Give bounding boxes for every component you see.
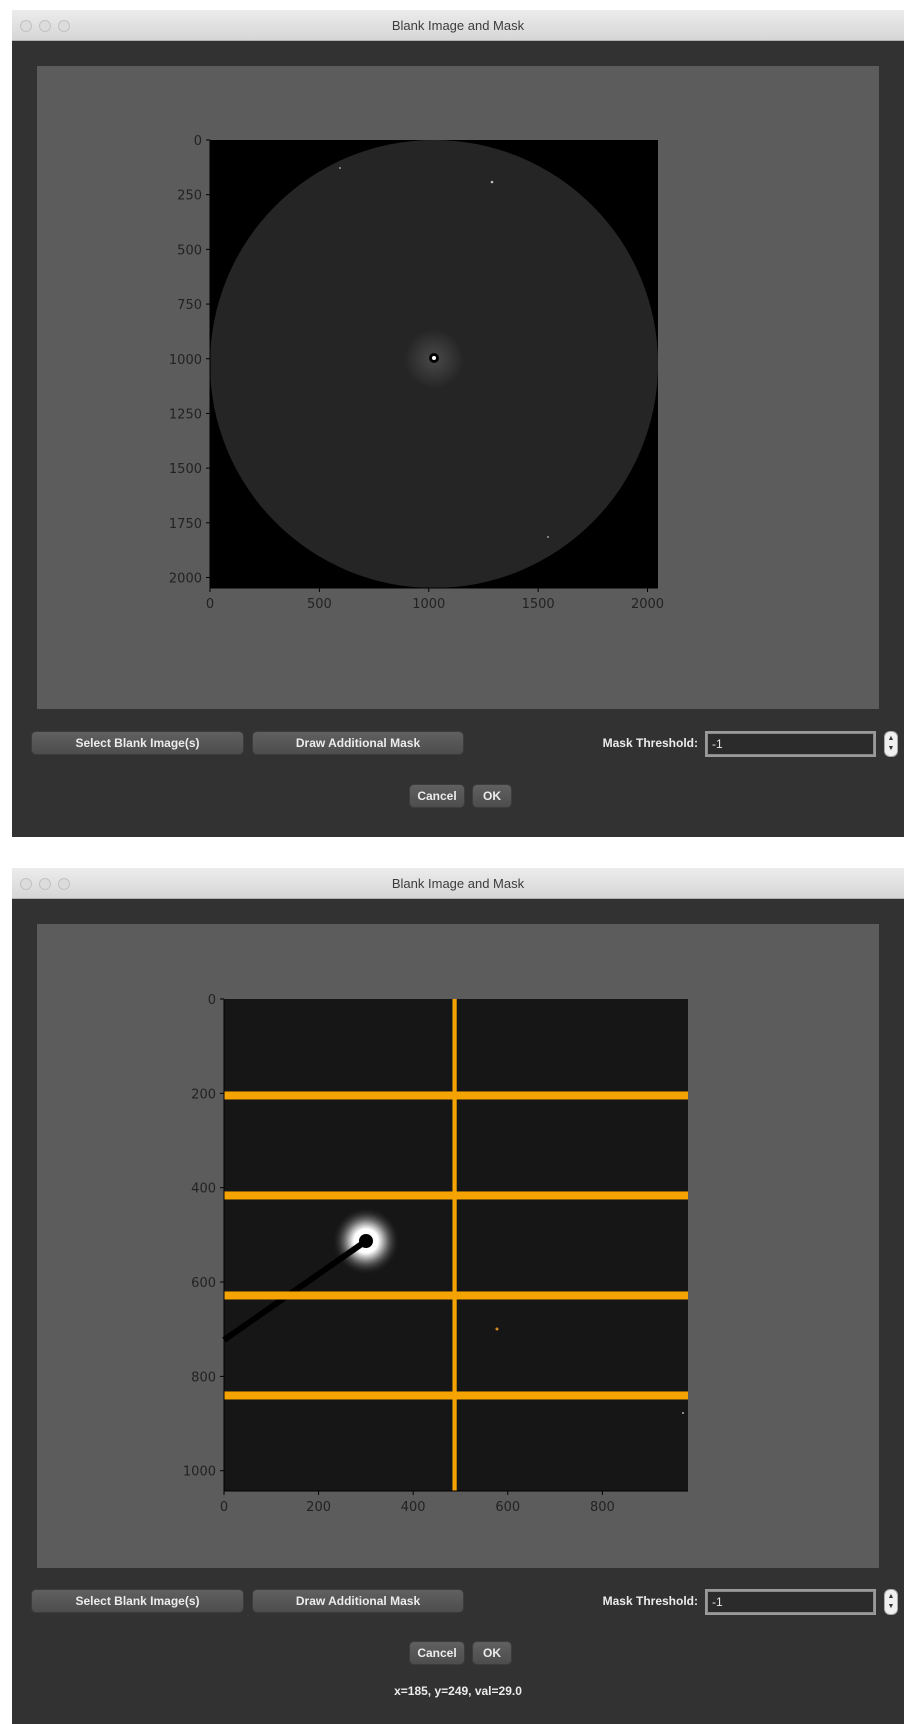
y-tick-label: 800 bbox=[191, 1370, 216, 1385]
dialog-window-1: Blank Image and Mask 0 500 1000 1500 2000 02… bbox=[12, 10, 904, 837]
y-ticks: 0 200 400 600 800 1000 bbox=[183, 993, 224, 1480]
ok-button[interactable]: OK bbox=[472, 784, 512, 808]
x-ticks: 0 200 400 600 800 bbox=[220, 1491, 615, 1515]
y-tick-label: 200 bbox=[191, 1087, 216, 1102]
y-tick-label: 1500 bbox=[169, 462, 202, 477]
hot-pixel bbox=[339, 167, 341, 169]
plot-area: 0 500 1000 1500 2000 0 250 500 750 1000 1250 1500 1… bbox=[169, 134, 664, 612]
plot-area: 0 200 400 600 800 0 200 400 600 800 1000 bbox=[183, 993, 688, 1515]
draw-additional-mask-button[interactable]: Draw Additional Mask bbox=[252, 731, 464, 755]
ok-button[interactable]: OK bbox=[472, 1641, 512, 1665]
y-tick-label: 0 bbox=[194, 134, 202, 149]
y-tick-label: 1750 bbox=[169, 517, 202, 532]
select-blank-images-button[interactable]: Select Blank Image(s) bbox=[31, 1589, 244, 1613]
title-bar[interactable]: Blank Image and Mask bbox=[12, 10, 904, 41]
y-tick-label: 750 bbox=[177, 298, 202, 313]
x-tick-label: 600 bbox=[495, 1500, 520, 1515]
hot-pixel bbox=[547, 536, 549, 538]
x-tick-label: 500 bbox=[307, 597, 332, 612]
y-tick-label: 2000 bbox=[169, 572, 202, 587]
y-tick-label: 400 bbox=[191, 1182, 216, 1197]
beam-center-dot bbox=[432, 356, 436, 360]
x-tick-label: 200 bbox=[306, 1500, 331, 1515]
hot-pixel bbox=[682, 1412, 684, 1414]
mask-threshold-stepper[interactable]: ▲ ▼ bbox=[884, 731, 898, 757]
x-tick-label: 1000 bbox=[412, 597, 445, 612]
beamstop bbox=[359, 1234, 373, 1248]
x-ticks: 0 500 1000 1500 2000 bbox=[206, 588, 664, 612]
title-bar[interactable]: Blank Image and Mask bbox=[12, 868, 904, 899]
select-blank-images-button[interactable]: Select Blank Image(s) bbox=[31, 731, 244, 755]
y-tick-label: 250 bbox=[177, 189, 202, 204]
window-title: Blank Image and Mask bbox=[391, 18, 525, 33]
mask-threshold-input[interactable]: -1 bbox=[705, 1589, 876, 1615]
image-canvas[interactable]: 0 500 1000 1500 2000 0 250 500 750 1000 1250 1500 1… bbox=[37, 66, 879, 709]
y-tick-label: 600 bbox=[191, 1276, 216, 1291]
x-tick-label: 0 bbox=[220, 1500, 228, 1515]
y-tick-label: 1000 bbox=[169, 353, 202, 368]
x-tick-label: 1500 bbox=[522, 597, 555, 612]
hot-pixel bbox=[490, 180, 494, 184]
dialog-window-2: Blank Image and Mask 0 200 400 600 800 02 bbox=[12, 868, 904, 1724]
mask-threshold-stepper[interactable]: ▲ ▼ bbox=[884, 1589, 898, 1615]
mask-threshold-label: Mask Threshold: bbox=[602, 1594, 698, 1608]
cancel-button[interactable]: Cancel bbox=[409, 784, 465, 808]
image-canvas[interactable]: 0 200 400 600 800 0 200 400 600 800 1000 bbox=[37, 924, 879, 1568]
y-tick-label: 1000 bbox=[183, 1465, 216, 1480]
y-tick-label: 500 bbox=[177, 243, 202, 258]
x-tick-label: 400 bbox=[401, 1500, 426, 1515]
draw-additional-mask-button[interactable]: Draw Additional Mask bbox=[252, 1589, 464, 1613]
x-tick-label: 2000 bbox=[631, 597, 664, 612]
y-tick-label: 1250 bbox=[169, 407, 202, 422]
cursor-status-text: x=185, y=249, val=29.0 bbox=[394, 1684, 522, 1698]
x-tick-label: 800 bbox=[590, 1500, 615, 1515]
hot-pixel bbox=[495, 1327, 499, 1331]
mask-threshold-label: Mask Threshold: bbox=[602, 736, 698, 750]
window-title: Blank Image and Mask bbox=[391, 876, 525, 891]
mask-gap-vertical bbox=[452, 999, 457, 1491]
y-tick-label: 0 bbox=[208, 993, 216, 1008]
cancel-button[interactable]: Cancel bbox=[409, 1641, 465, 1665]
x-tick-label: 0 bbox=[206, 597, 214, 612]
y-ticks: 0 250 500 750 1000 1250 1500 1750 2000 bbox=[169, 134, 210, 587]
mask-threshold-input[interactable]: -1 bbox=[705, 731, 876, 757]
